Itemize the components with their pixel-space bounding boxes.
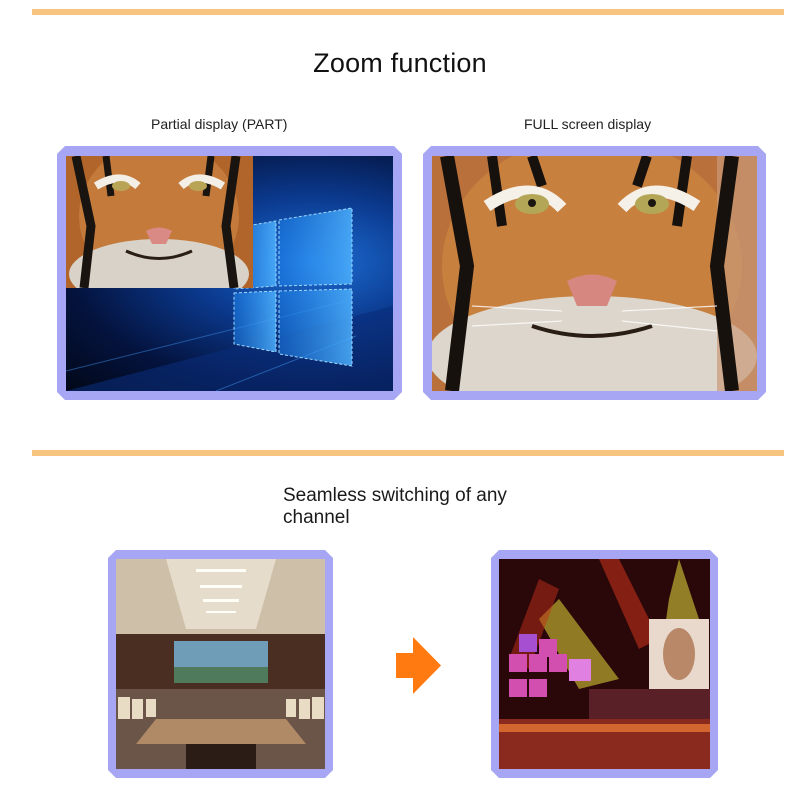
section-subtitle: Seamless switching of any channel [283,485,507,528]
top-divider [32,9,784,15]
conference-room-frame [108,550,333,778]
full-display-caption: FULL screen display [524,116,652,132]
tiger-full-image [432,156,757,391]
full-display-frame [423,146,766,400]
tiger-inset-image [66,156,253,288]
concert-stage-frame [491,550,718,778]
arrow-right-icon [396,637,441,694]
partial-display-caption: Partial display (PART) [151,116,288,132]
partial-display-frame [57,146,402,400]
concert-stage-image [499,559,710,769]
middle-divider [32,450,784,456]
conference-room-image [116,559,325,769]
windows-desktop-image [66,156,393,391]
section-title: Zoom function [313,48,487,78]
